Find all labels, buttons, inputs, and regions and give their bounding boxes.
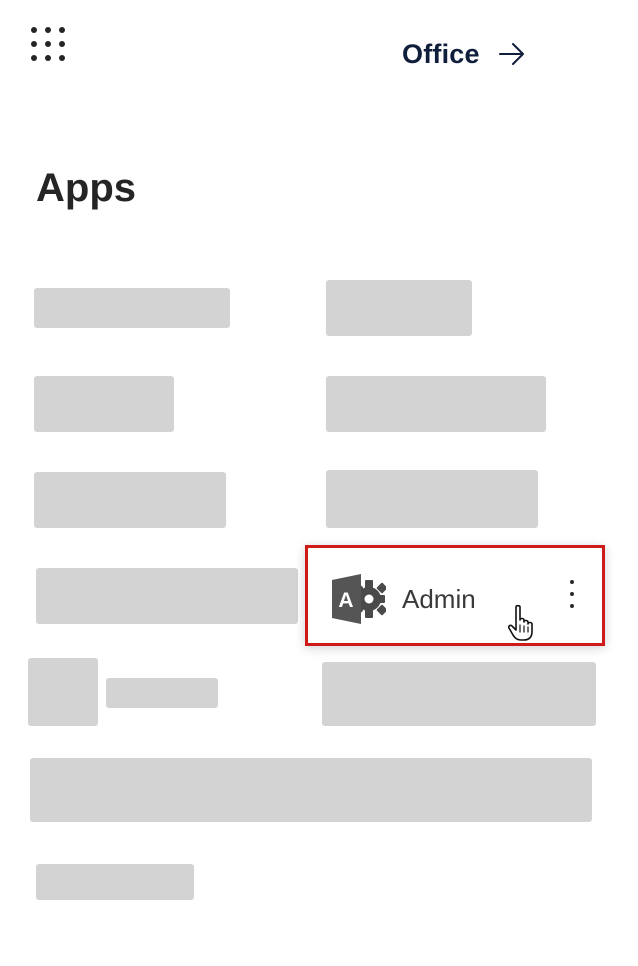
admin-app-label: Admin [402,584,476,614]
page-title: Apps [36,166,136,210]
app-placeholder [34,376,174,432]
app-placeholder-icon [28,658,98,726]
app-placeholder [36,864,194,900]
app-launcher-waffle-icon[interactable] [31,27,67,63]
app-placeholder [326,470,538,528]
app-placeholder [34,472,226,528]
app-placeholder [322,662,596,726]
hand-pointer-icon [507,604,533,641]
more-options-button[interactable] [562,576,582,616]
app-placeholder [34,288,230,328]
office-link-label: Office [402,38,480,69]
arrow-right-icon [498,43,524,65]
office-home-link[interactable]: Office [402,34,526,74]
svg-text:A: A [338,589,353,612]
app-placeholder-label [106,678,218,708]
app-placeholder [36,568,298,624]
app-placeholder [326,376,546,432]
admin-app-tile[interactable]: A Admin [305,545,605,646]
app-placeholder [326,280,472,336]
admin-gear-icon: A [332,574,386,624]
app-placeholder-wide [30,758,592,822]
